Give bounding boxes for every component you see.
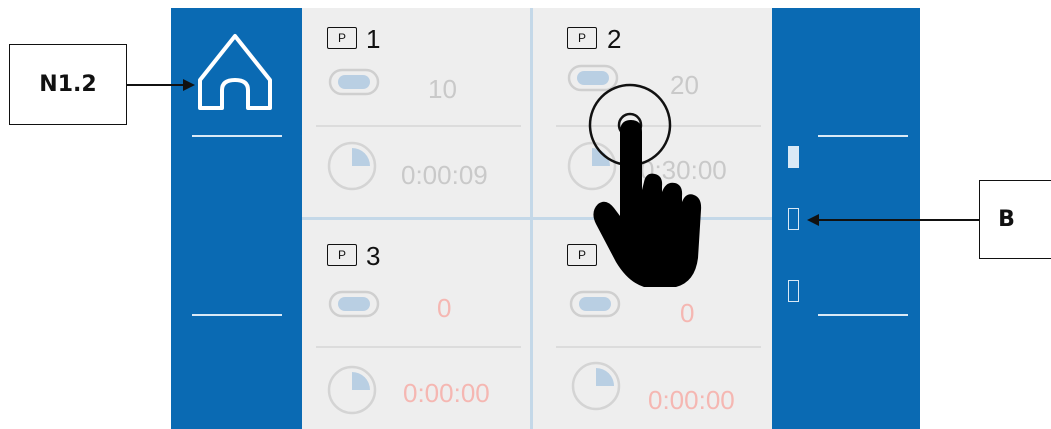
tile-count: 0 xyxy=(680,298,695,328)
folder-p-icon: P xyxy=(327,27,357,49)
timer-pie-icon xyxy=(327,141,377,191)
home-icon xyxy=(198,34,272,110)
arrow-icon xyxy=(807,214,979,226)
callout-label-right: B xyxy=(979,180,1051,259)
page-indicator-2[interactable] xyxy=(788,208,799,230)
counter-pill-icon xyxy=(569,290,621,318)
tile-divider xyxy=(316,125,521,127)
callout-label-left: N1.2 xyxy=(9,44,127,125)
tile-count: 10 xyxy=(428,74,457,104)
tile-time: 0:00:00 xyxy=(648,385,735,415)
page-indicator-3[interactable] xyxy=(788,280,799,302)
page-indicator-1[interactable] xyxy=(788,146,799,168)
tile-number: 3 xyxy=(366,241,381,271)
timer-pie-icon xyxy=(571,361,621,411)
counter-pill-icon xyxy=(328,68,380,96)
left-nav-divider-bottom xyxy=(192,314,282,316)
counter-pill-icon xyxy=(328,290,380,318)
right-panel-divider-top xyxy=(818,135,908,137)
tile-time: 0:00:00 xyxy=(403,378,490,408)
tile-divider xyxy=(316,346,521,348)
tile-divider xyxy=(556,346,761,348)
tile-number: 1 xyxy=(366,24,381,54)
tile-count: 0 xyxy=(437,293,452,323)
home-button[interactable] xyxy=(192,24,278,118)
arrow-icon xyxy=(127,79,195,91)
left-nav-divider-top xyxy=(192,135,282,137)
tile-number: 2 xyxy=(607,24,622,54)
tile-time: 0:00:09 xyxy=(401,160,488,190)
callout-right-text: B xyxy=(998,207,1015,232)
folder-p-icon: P xyxy=(327,244,357,266)
folder-p-icon: P xyxy=(567,27,597,49)
timer-pie-icon xyxy=(327,365,377,415)
right-panel-divider-bottom xyxy=(818,314,908,316)
touch-hand-icon xyxy=(588,83,702,287)
callout-left-text: N1.2 xyxy=(39,72,97,97)
